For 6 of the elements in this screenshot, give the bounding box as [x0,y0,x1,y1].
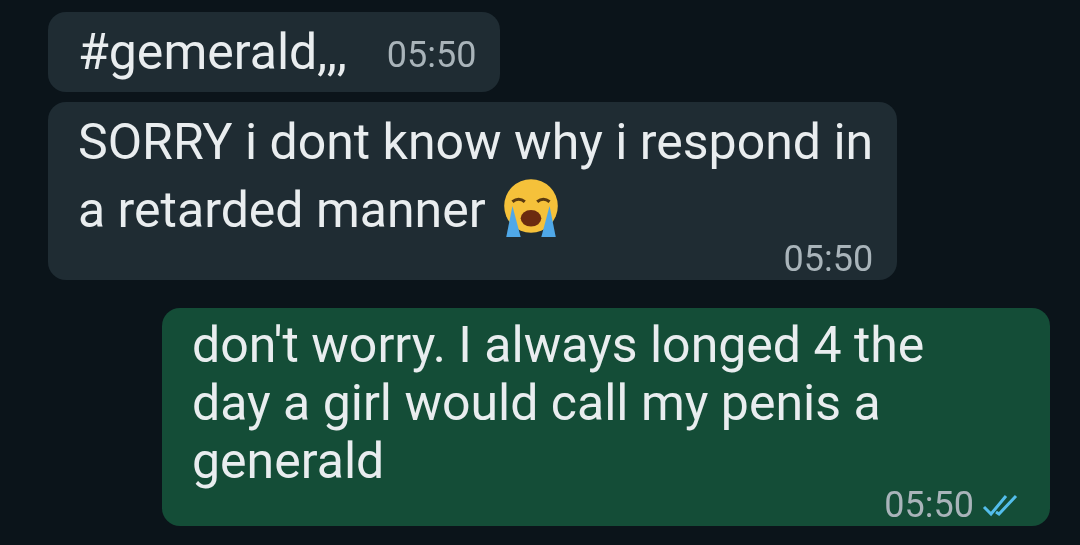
message-text: #gemerald,,, [78,22,347,83]
message-time: 05:50 [783,244,874,274]
message-text: don't worry. I always longed 4 the day a girl would call my penis a generald [192,316,925,490]
message-time: 05:50 [386,34,477,76]
message-time: 05:50 [884,490,974,520]
message-text: SORRY i dont know why i respond in a retarded manner [78,112,874,243]
